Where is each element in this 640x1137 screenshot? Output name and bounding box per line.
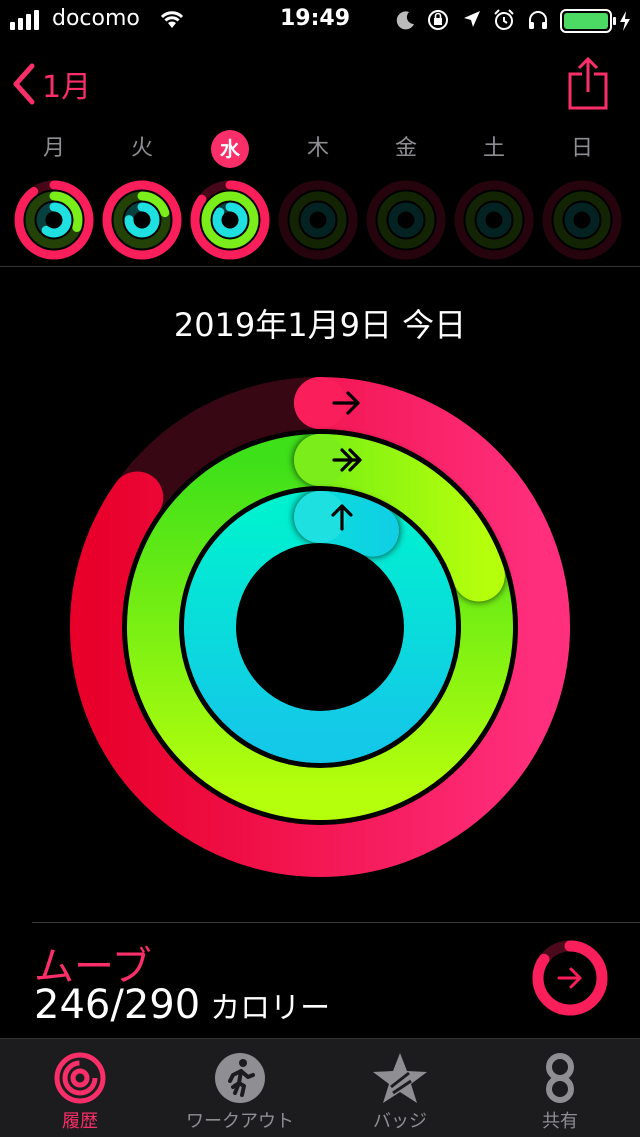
today-badge: 水	[211, 130, 249, 168]
day-ring	[278, 180, 358, 260]
back-label: 1月	[42, 70, 92, 105]
day-ring	[190, 180, 270, 260]
signal-icon	[10, 10, 44, 30]
day-ring	[542, 180, 622, 260]
tab-workout[interactable]: ワークアウト	[160, 1039, 320, 1137]
day-4[interactable]: 金	[362, 130, 450, 262]
tab-history[interactable]: 履歴	[0, 1039, 160, 1137]
arrow-right-icon	[557, 967, 582, 989]
badge-star-icon	[373, 1053, 427, 1103]
day-label: 水	[186, 130, 274, 168]
battery-icon	[560, 9, 630, 33]
carrier-label: docomo	[52, 6, 140, 31]
day-stand-track	[300, 202, 336, 238]
divider	[0, 266, 640, 267]
date-title: 2019年1月9日 今日	[173, 306, 467, 344]
status-bar: docomo 19:49	[0, 0, 640, 40]
location-icon	[464, 11, 480, 27]
day-label: 月	[42, 136, 65, 161]
day-3[interactable]: 木	[274, 130, 362, 262]
day-label: 金	[394, 136, 417, 161]
day-label: 日	[570, 136, 593, 161]
day-stand-track	[476, 202, 512, 238]
day-1[interactable]: 火	[98, 130, 186, 262]
day-5[interactable]: 土	[450, 130, 538, 262]
tab-label: 共有	[542, 1111, 578, 1132]
chevron-left-icon	[13, 63, 35, 105]
day-0[interactable]: 月	[10, 130, 98, 262]
tab-badges[interactable]: バッジ	[320, 1039, 480, 1137]
day-stand-progress	[212, 202, 248, 238]
move-value: 246/290	[34, 982, 201, 1028]
sharing-icon	[546, 1053, 574, 1103]
move-value-row: 246/290 カロリー	[34, 982, 330, 1028]
stand-ring-cap	[294, 491, 346, 543]
alarm-icon	[494, 9, 514, 30]
headphones-icon	[529, 11, 547, 29]
tab-bar: 履歴 ワークアウト バッジ 共有	[0, 1038, 640, 1137]
clock: 19:49	[280, 6, 351, 31]
tab-label: 履歴	[62, 1111, 98, 1132]
day-label: 土	[482, 136, 505, 161]
move-ring-mini[interactable]	[530, 938, 610, 1018]
back-button[interactable]: 1月	[10, 58, 120, 110]
tab-sharing[interactable]: 共有	[480, 1039, 640, 1137]
day-label: 木	[306, 136, 329, 161]
tab-label: バッジ	[373, 1111, 427, 1132]
stand-ring-full	[184, 491, 456, 763]
history-rings-icon	[54, 1052, 106, 1104]
wifi-icon	[160, 11, 184, 28]
runner-icon	[215, 1053, 265, 1103]
day-ring	[14, 180, 94, 260]
share-icon[interactable]	[560, 56, 616, 112]
day-stand-track	[564, 202, 600, 238]
day-ring	[366, 180, 446, 260]
rotation-lock-icon	[428, 10, 448, 30]
day-2[interactable]: 水	[186, 130, 274, 262]
day-ring	[102, 180, 182, 260]
activity-rings	[70, 377, 570, 877]
day-label: 火	[130, 136, 153, 161]
day-ring	[454, 180, 534, 260]
day-6[interactable]: 日	[538, 130, 626, 262]
move-unit: カロリー	[210, 991, 331, 1026]
moon-icon	[396, 11, 414, 30]
day-stand-track	[388, 202, 424, 238]
divider	[32, 922, 640, 923]
tab-label: ワークアウト	[186, 1111, 294, 1132]
